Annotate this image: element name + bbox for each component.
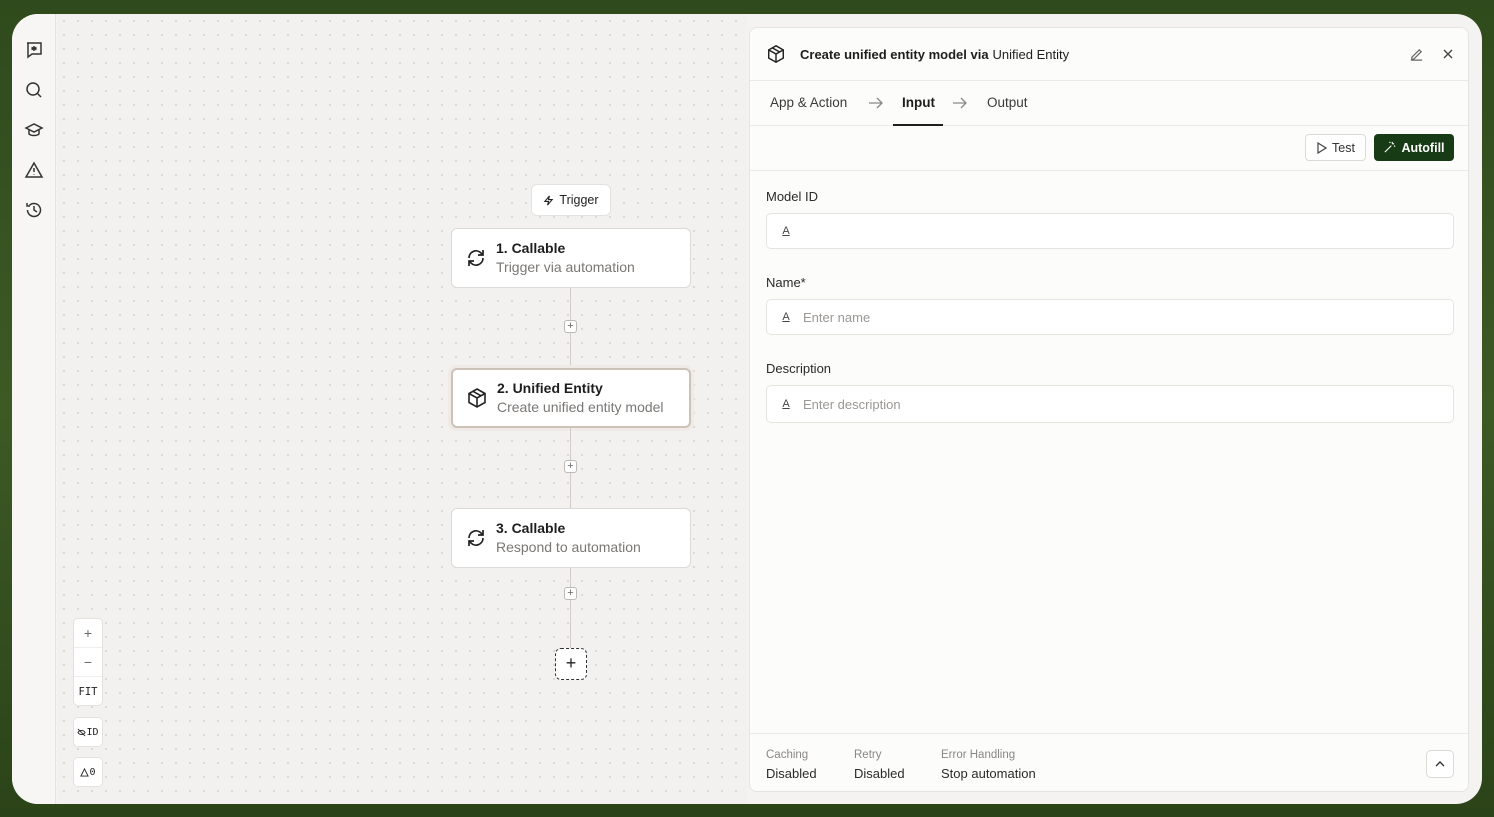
panel-footer: Caching Disabled Retry Disabled Error Ha… <box>750 733 1468 791</box>
text-type-icon: A <box>782 398 790 410</box>
node-title: 1. Callable <box>496 240 566 256</box>
fit-view-button[interactable]: FIT <box>74 677 102 706</box>
step-config-panel: Create unified entity model via Unified … <box>749 27 1469 792</box>
model-id-field[interactable]: A <box>766 213 1454 249</box>
name-field[interactable]: A <box>766 299 1454 335</box>
description-field[interactable]: A <box>766 385 1454 423</box>
node-subtitle: Trigger via automation <box>496 259 635 275</box>
add-step-button[interactable]: + <box>564 320 577 333</box>
chevron-up-icon <box>1435 761 1445 767</box>
warnings-button[interactable]: 0 <box>73 757 103 787</box>
edit-icon[interactable] <box>1407 45 1425 63</box>
test-button[interactable]: Test <box>1305 134 1366 161</box>
caching-label: Caching <box>766 749 809 761</box>
alert-icon[interactable] <box>23 159 45 181</box>
panel-header: Create unified entity model via Unified … <box>750 28 1468 81</box>
toggle-id-button[interactable]: ID <box>73 717 103 747</box>
close-icon[interactable] <box>1439 45 1457 63</box>
retry-setting[interactable]: Retry Disabled <box>854 748 905 784</box>
node-subtitle: Respond to automation <box>496 539 641 555</box>
bolt-icon <box>544 195 554 205</box>
tab-app-action[interactable]: App & Action <box>770 95 847 110</box>
expand-footer-button[interactable] <box>1426 750 1454 778</box>
warnings-count: 0 <box>89 766 96 778</box>
cube-icon <box>465 386 489 410</box>
id-toggle-label: ID <box>86 726 99 738</box>
zoom-controls: + − FIT <box>73 618 103 706</box>
left-rail <box>12 14 56 804</box>
text-type-icon: A <box>782 311 790 323</box>
description-label: Description <box>766 361 832 376</box>
error-handling-label: Error Handling <box>941 749 1016 761</box>
zoom-out-button[interactable]: − <box>74 648 102 677</box>
panel-title-app: Unified Entity <box>992 46 1070 62</box>
test-label: Test <box>1332 140 1355 155</box>
add-step-button[interactable]: + <box>564 460 577 473</box>
panel-tabs: App & Action Input Output <box>750 81 1468 126</box>
workflow-node-2[interactable]: 2. Unified Entity Create unified entity … <box>451 368 691 428</box>
refresh-icon <box>464 246 488 270</box>
panel-title: Create unified entity model via <box>800 46 989 62</box>
node-subtitle: Create unified entity model <box>497 399 664 415</box>
autofill-label: Autofill <box>1401 140 1445 155</box>
workflow-canvas[interactable]: Trigger 1. Callable Trigger via automati… <box>57 14 747 804</box>
agent-icon[interactable] <box>23 39 45 61</box>
app-window: Trigger 1. Callable Trigger via automati… <box>12 14 1482 804</box>
error-handling-setting[interactable]: Error Handling Stop automation <box>941 748 1036 784</box>
text-type-icon: A <box>782 225 790 237</box>
panel-toolbar: Test Autofill <box>750 126 1468 171</box>
tab-input[interactable]: Input <box>902 95 935 110</box>
add-final-step-button[interactable]: + <box>555 648 587 680</box>
search-icon[interactable] <box>23 79 45 101</box>
history-icon[interactable] <box>23 199 45 221</box>
magic-wand-icon <box>1384 141 1396 153</box>
eye-off-icon <box>77 728 87 736</box>
connector <box>570 568 571 648</box>
zoom-in-button[interactable]: + <box>74 619 102 648</box>
refresh-icon <box>464 526 488 550</box>
trigger-label: Trigger <box>559 193 599 207</box>
tab-output[interactable]: Output <box>987 95 1028 110</box>
description-input[interactable] <box>803 396 1453 412</box>
model-id-input[interactable] <box>803 223 1453 239</box>
arrow-right-icon <box>951 95 969 116</box>
error-handling-value: Stop automation <box>941 766 1036 781</box>
arrow-right-icon <box>867 95 885 116</box>
caching-setting[interactable]: Caching Disabled <box>766 748 817 784</box>
node-title: 2. Unified Entity <box>497 380 603 396</box>
warning-icon <box>80 767 90 777</box>
workflow-node-3[interactable]: 3. Callable Respond to automation <box>451 508 691 568</box>
play-icon <box>1317 141 1328 154</box>
node-title: 3. Callable <box>496 520 566 536</box>
retry-value: Disabled <box>854 766 905 781</box>
trigger-button[interactable]: Trigger <box>531 184 611 216</box>
model-id-label: Model ID <box>766 189 819 204</box>
learn-icon[interactable] <box>23 119 45 141</box>
caching-value: Disabled <box>766 766 817 781</box>
cube-icon <box>766 44 786 64</box>
autofill-button[interactable]: Autofill <box>1374 134 1454 161</box>
add-step-button[interactable]: + <box>564 587 577 600</box>
name-input[interactable] <box>803 309 1453 325</box>
name-label: Name* <box>766 275 806 290</box>
workflow-node-1[interactable]: 1. Callable Trigger via automation <box>451 228 691 288</box>
retry-label: Retry <box>854 749 882 761</box>
